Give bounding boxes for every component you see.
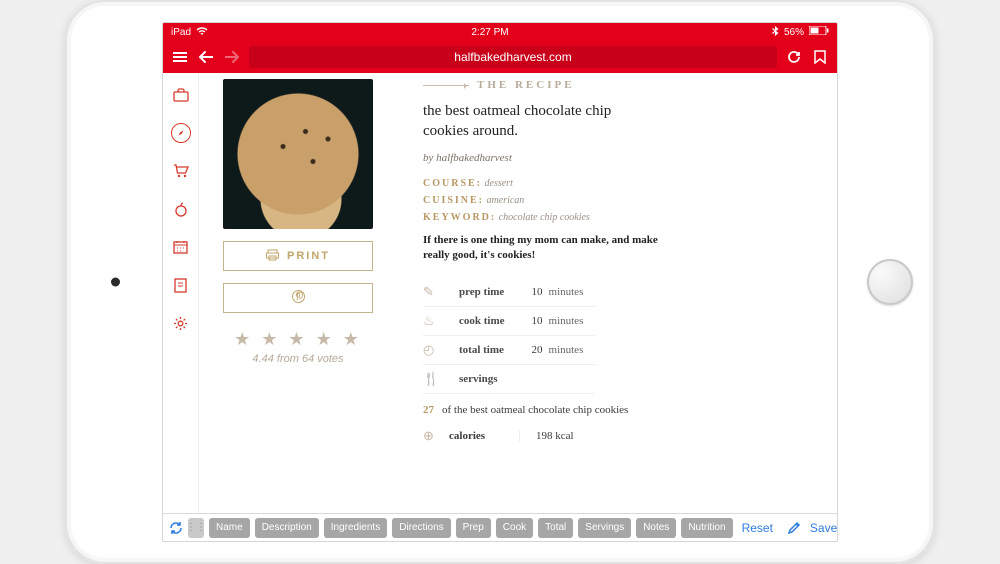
calories-row: ⊕ calories 198 kcal	[423, 428, 817, 444]
menu-button[interactable]	[171, 48, 189, 66]
recipe-blurb: If there is one thing my mom can make, a…	[423, 233, 683, 265]
save-button[interactable]: Save	[806, 521, 838, 535]
drag-handle[interactable]: ⋮⋮	[188, 518, 204, 538]
screen: iPad 2:27 PM 56%	[162, 22, 838, 542]
recipe-title: the best oatmeal chocolate chip cookies …	[423, 101, 653, 142]
tag-description[interactable]: Description	[255, 518, 319, 538]
sidebar-apple-icon[interactable]	[171, 199, 191, 219]
ipad-frame: iPad 2:27 PM 56%	[65, 0, 935, 564]
sync-button[interactable]	[169, 518, 183, 538]
section-label: THE RECIPE	[423, 79, 817, 91]
cook-unit: minutes	[547, 307, 596, 336]
recipe-image	[223, 79, 373, 229]
sidebar-cart-icon[interactable]	[171, 161, 191, 181]
tag-cook[interactable]: Cook	[496, 518, 533, 538]
timing-table: ✎prep time10minutes ♨cook time10minutes …	[423, 278, 595, 394]
table-row: ◴ total time20minutes	[423, 336, 595, 365]
prep-unit: minutes	[547, 278, 596, 307]
sidebar	[163, 73, 199, 513]
calories-icon: ⊕	[423, 428, 441, 444]
edit-button[interactable]	[787, 518, 801, 538]
table-row: ♨ cook time10minutes	[423, 307, 595, 336]
camera-dot	[111, 278, 120, 287]
rating-value: 4.44	[252, 353, 273, 365]
rating-votes: 64 votes	[302, 353, 344, 365]
reload-button[interactable]	[785, 48, 803, 66]
print-label: PRINT	[287, 250, 330, 262]
content-area: PRINT ★ ★ ★ ★ ★ 4.44 from 64 votes	[199, 73, 837, 513]
cook-icon: ♨	[423, 313, 441, 329]
forward-button[interactable]	[223, 48, 241, 66]
table-row: ✎ prep time10minutes	[423, 278, 595, 307]
prep-val: 10	[517, 278, 547, 307]
yield-num: 27	[423, 404, 442, 416]
calories-val: 198 kcal	[519, 430, 574, 442]
servings-label: servings	[453, 365, 595, 394]
rating-block: ★ ★ ★ ★ ★ 4.44 from 64 votes	[223, 329, 373, 365]
course-val: dessert	[485, 178, 513, 189]
clock: 2:27 PM	[471, 27, 508, 38]
print-icon	[266, 249, 279, 264]
battery-icon	[809, 26, 829, 38]
tag-prep[interactable]: Prep	[456, 518, 491, 538]
tag-notes[interactable]: Notes	[636, 518, 676, 538]
back-button[interactable]	[197, 48, 215, 66]
wifi-icon	[196, 26, 208, 39]
tag-directions[interactable]: Directions	[392, 518, 450, 538]
battery-pct: 56%	[784, 27, 804, 38]
bottom-toolbar: ⋮⋮ NameDescriptionIngredientsDirections P…	[163, 513, 837, 541]
carrier-label: iPad	[171, 27, 191, 38]
tag-name[interactable]: Name	[209, 518, 250, 538]
cook-val: 10	[517, 307, 547, 336]
pinterest-icon	[292, 290, 305, 306]
sidebar-calendar-icon[interactable]	[171, 237, 191, 257]
table-row: 🍴 servings	[423, 365, 595, 394]
pinterest-button[interactable]	[223, 283, 373, 313]
prep-icon: ✎	[423, 284, 441, 300]
arrow-icon	[423, 85, 469, 86]
cook-label: cook time	[453, 307, 517, 336]
bluetooth-icon	[772, 26, 779, 39]
calories-label: calories	[449, 430, 519, 442]
tag-ingredients[interactable]: Ingredients	[324, 518, 387, 538]
sidebar-compass-icon[interactable]	[171, 123, 191, 143]
rating-from: from	[274, 353, 302, 365]
keyword-key: KEYWORD:	[423, 212, 496, 223]
home-button[interactable]	[867, 259, 913, 305]
total-icon: ◴	[423, 342, 441, 358]
cuisine-key: CUISINE:	[423, 195, 484, 206]
print-button[interactable]: PRINT	[223, 241, 373, 271]
tag-total[interactable]: Total	[538, 518, 573, 538]
servings-icon: 🍴	[423, 371, 441, 387]
sidebar-settings-icon[interactable]	[171, 313, 191, 333]
total-unit: minutes	[547, 336, 596, 365]
total-label: total time	[453, 336, 517, 365]
tag-nutrition[interactable]: Nutrition	[681, 518, 732, 538]
keyword-val: chocolate chip cookies	[499, 212, 590, 223]
url-text: halfbakedharvest.com	[454, 50, 571, 64]
recipe-byline: by halfbakedharvest	[423, 152, 817, 164]
yield-text: of the best oatmeal chocolate chip cooki…	[442, 404, 628, 416]
yield-line: 27of the best oatmeal chocolate chip coo…	[423, 404, 817, 416]
course-key: COURSE:	[423, 178, 482, 189]
stars-icon: ★ ★ ★ ★ ★	[223, 329, 373, 350]
reset-button[interactable]: Reset	[738, 521, 777, 535]
tag-servings[interactable]: Servings	[578, 518, 631, 538]
browser-toolbar: halfbakedharvest.com	[163, 41, 837, 73]
bookmark-button[interactable]	[811, 48, 829, 66]
sidebar-briefcase-icon[interactable]	[171, 85, 191, 105]
status-bar: iPad 2:27 PM 56%	[163, 23, 837, 41]
url-bar[interactable]: halfbakedharvest.com	[249, 46, 777, 68]
prep-label: prep time	[453, 278, 517, 307]
section-label-text: THE RECIPE	[477, 79, 575, 91]
cuisine-val: american	[487, 195, 525, 206]
sidebar-notebook-icon[interactable]	[171, 275, 191, 295]
total-val: 20	[517, 336, 547, 365]
